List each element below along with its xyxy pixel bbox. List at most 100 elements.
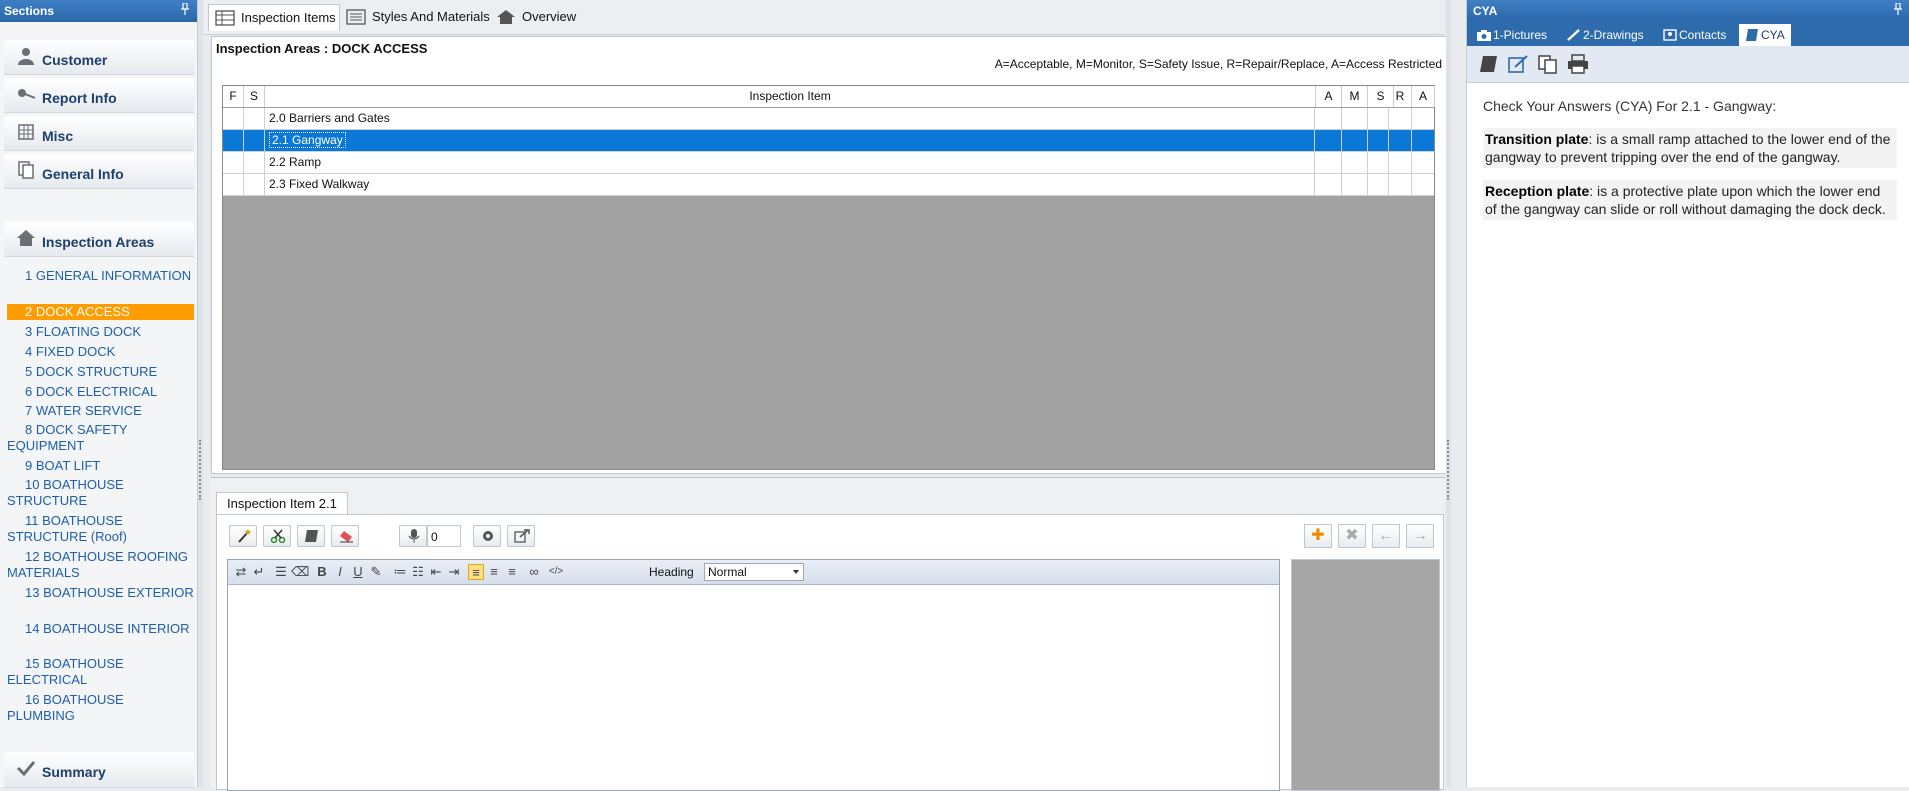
- person-icon: [18, 48, 34, 65]
- chevron-down-icon: [793, 570, 799, 574]
- cya-panel: CYA 1-Pictures 2-Drawings Contacts CYA C…: [1466, 0, 1909, 787]
- delete-button[interactable]: ✖: [1338, 524, 1366, 548]
- cya-content: Check Your Answers (CYA) For 2.1 - Gangw…: [1483, 98, 1897, 232]
- main-tab-bar: Inspection Items Styles And Materials Ov…: [204, 0, 1444, 35]
- tab-contacts[interactable]: Contacts: [1657, 24, 1737, 46]
- align-center-icon[interactable]: ≡: [486, 564, 502, 580]
- area-item[interactable]: 16 BOATHOUSE PLUMBING: [7, 692, 194, 724]
- row-label: 2.3 Fixed Walkway: [269, 177, 370, 191]
- area-item[interactable]: 3 FLOATING DOCK: [7, 324, 194, 340]
- area-item[interactable]: 5 DOCK STRUCTURE: [7, 364, 194, 380]
- table-row-selected[interactable]: 2.1 Gangway: [223, 130, 1434, 152]
- heading-select[interactable]: Normal: [704, 563, 804, 581]
- book-icon: [1746, 29, 1758, 41]
- right-splitter[interactable]: [1446, 0, 1451, 787]
- brush-icon[interactable]: ✎: [368, 564, 384, 580]
- open-external-button[interactable]: [507, 525, 535, 547]
- line-break-icon[interactable]: ↵: [251, 564, 267, 580]
- code-icon[interactable]: </>: [548, 564, 564, 580]
- area-item[interactable]: 10 BOATHOUSE STRUCTURE: [7, 477, 194, 509]
- cya-term: Reception plate: [1485, 183, 1590, 199]
- area-item-selected[interactable]: 2 DOCK ACCESS: [7, 304, 194, 320]
- tab-inspection-item[interactable]: Inspection Item 2.1: [216, 492, 348, 515]
- ordered-list-icon[interactable]: ≔: [392, 564, 408, 580]
- area-item[interactable]: 6 DOCK ELECTRICAL: [7, 384, 194, 400]
- col-a2[interactable]: A: [1412, 86, 1435, 107]
- area-item[interactable]: 7 WATER SERVICE: [7, 403, 194, 419]
- section-inspection-areas[interactable]: Inspection Areas: [4, 222, 194, 257]
- list-icon: [346, 9, 366, 25]
- swap-icon[interactable]: ⇄: [233, 564, 249, 580]
- align-left-icon[interactable]: ≡: [468, 564, 484, 580]
- close-icon: ✖: [1345, 527, 1359, 544]
- heading-label: Heading: [649, 565, 694, 579]
- indent-icon[interactable]: ⇥: [446, 564, 462, 580]
- area-item[interactable]: 9 BOAT LIFT: [7, 458, 194, 474]
- add-button[interactable]: ✚: [1304, 524, 1332, 548]
- table-row[interactable]: 2.2 Ramp: [223, 152, 1434, 174]
- align-right-icon[interactable]: ≡: [504, 564, 520, 580]
- editor-container: 0 ⇄ ↵ ☰ ⌫ B I U ✎ ≔ ☷ ⇤ ⇥ ≡ ≡ ≡ ∞ </> He…: [216, 514, 1444, 791]
- col-r[interactable]: R: [1389, 86, 1412, 107]
- book-button[interactable]: [297, 525, 325, 547]
- table-row[interactable]: 2.0 Barriers and Gates: [223, 108, 1434, 130]
- area-item[interactable]: 15 BOATHOUSE ELECTRICAL: [7, 656, 194, 688]
- print-icon[interactable]: [1567, 54, 1589, 74]
- table-row[interactable]: 2.3 Fixed Walkway: [223, 174, 1434, 196]
- gear-icon: [483, 531, 493, 541]
- next-button[interactable]: →: [1406, 524, 1434, 548]
- underline-icon[interactable]: U: [350, 564, 366, 580]
- area-item[interactable]: 8 DOCK SAFETY EQUIPMENT: [7, 422, 194, 454]
- col-a[interactable]: A: [1316, 86, 1342, 107]
- area-item[interactable]: 14 BOATHOUSE INTERIOR: [7, 621, 194, 637]
- microphone-button[interactable]: [399, 525, 427, 547]
- cya-toolbar: [1467, 46, 1909, 83]
- area-item[interactable]: 12 BOATHOUSE ROOFING MATERIALS: [7, 549, 194, 581]
- section-general-info[interactable]: General Info: [4, 154, 194, 189]
- section-misc[interactable]: Misc: [4, 116, 194, 151]
- tab-styles-and-materials[interactable]: Styles And Materials: [340, 4, 490, 30]
- rating-legend: A=Acceptable, M=Monitor, S=Safety Issue,…: [994, 57, 1442, 71]
- magic-wand-button[interactable]: [229, 525, 257, 547]
- col-s[interactable]: S: [244, 86, 265, 107]
- copy-icon[interactable]: [1537, 54, 1559, 74]
- col-m[interactable]: M: [1342, 86, 1368, 107]
- justify-icon[interactable]: ☰: [273, 564, 289, 580]
- eraser-button[interactable]: [331, 525, 359, 547]
- italic-icon[interactable]: I: [332, 564, 348, 580]
- settings-button[interactable]: [473, 525, 501, 547]
- cya-term: Transition plate: [1485, 131, 1589, 147]
- outdent-icon[interactable]: ⇤: [428, 564, 444, 580]
- section-report-info[interactable]: Report Info: [4, 78, 194, 113]
- left-splitter[interactable]: [198, 0, 203, 787]
- pin-icon[interactable]: [1894, 3, 1902, 15]
- edit-icon[interactable]: [1507, 54, 1529, 74]
- section-summary[interactable]: Summary: [4, 752, 194, 788]
- book-icon[interactable]: [1477, 54, 1499, 74]
- rich-text-editor[interactable]: ⇄ ↵ ☰ ⌫ B I U ✎ ≔ ☷ ⇤ ⇥ ≡ ≡ ≡ ∞ </> Head…: [227, 559, 1280, 791]
- grid-icon: [215, 10, 235, 26]
- count-field[interactable]: 0: [427, 525, 461, 547]
- area-item[interactable]: 13 BOATHOUSE EXTERIOR: [7, 585, 194, 601]
- link-icon[interactable]: ∞: [526, 564, 542, 580]
- tab-overview[interactable]: Overview: [490, 4, 580, 30]
- tab-cya[interactable]: CYA: [1739, 24, 1791, 46]
- tab-inspection-items[interactable]: Inspection Items: [208, 4, 340, 31]
- section-customer[interactable]: Customer: [4, 40, 194, 75]
- bold-icon[interactable]: B: [314, 564, 330, 580]
- magic-wand-icon: [238, 529, 251, 543]
- pin-icon: [18, 89, 36, 99]
- col-inspection-item[interactable]: Inspection Item: [265, 86, 1316, 107]
- col-f[interactable]: F: [223, 86, 244, 107]
- tab-pictures[interactable]: 1-Pictures: [1471, 24, 1559, 46]
- area-item[interactable]: 4 FIXED DOCK: [7, 344, 194, 360]
- area-item[interactable]: 1 GENERAL INFORMATION: [7, 268, 194, 284]
- cut-button[interactable]: [263, 525, 291, 547]
- clear-format-icon[interactable]: ⌫: [291, 564, 309, 580]
- tab-drawings[interactable]: 2-Drawings: [1561, 24, 1655, 46]
- bullet-list-icon[interactable]: ☷: [410, 564, 426, 580]
- picture-preview[interactable]: [1291, 559, 1440, 791]
- previous-button[interactable]: ←: [1372, 524, 1400, 548]
- pin-icon[interactable]: [181, 3, 189, 15]
- area-item[interactable]: 11 BOATHOUSE STRUCTURE (Roof): [7, 513, 194, 545]
